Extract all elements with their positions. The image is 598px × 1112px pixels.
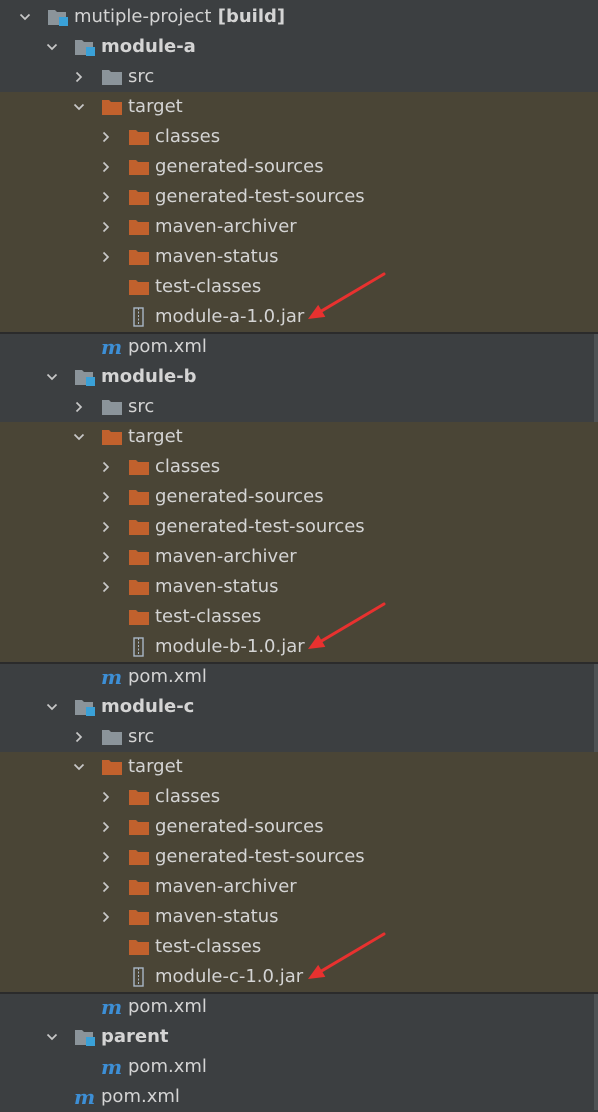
node-label: pom.xml xyxy=(128,1056,207,1078)
node-label-text: parent xyxy=(101,1026,169,1047)
node-label-text: pom.xml xyxy=(128,1056,207,1077)
annotation-arrow xyxy=(308,932,386,979)
module-folder-icon xyxy=(74,1027,96,1047)
svg-text:m: m xyxy=(74,1087,95,1107)
tree-node-pom[interactable]: m pom.xml xyxy=(0,1052,598,1082)
tree-node-module[interactable]: parent xyxy=(0,1022,598,1052)
node-label: parent xyxy=(101,1026,169,1048)
tree-node-pom[interactable]: m pom.xml xyxy=(0,992,598,1022)
node-label-text: pom.xml xyxy=(101,1086,180,1107)
project-tree: mutiple-project [build] module-a src target… xyxy=(0,0,598,1112)
node-label: pom.xml xyxy=(101,1086,180,1108)
tree-node-pom[interactable]: m pom.xml xyxy=(0,1082,598,1112)
node-label: pom.xml xyxy=(128,996,207,1018)
svg-text:m: m xyxy=(101,997,122,1017)
chevron-down-icon[interactable] xyxy=(46,1031,58,1043)
svg-text:m: m xyxy=(101,1057,122,1077)
maven-icon: m xyxy=(74,1085,96,1109)
node-label-text: pom.xml xyxy=(128,996,207,1017)
maven-icon: m xyxy=(101,1055,123,1079)
maven-icon: m xyxy=(101,995,123,1019)
